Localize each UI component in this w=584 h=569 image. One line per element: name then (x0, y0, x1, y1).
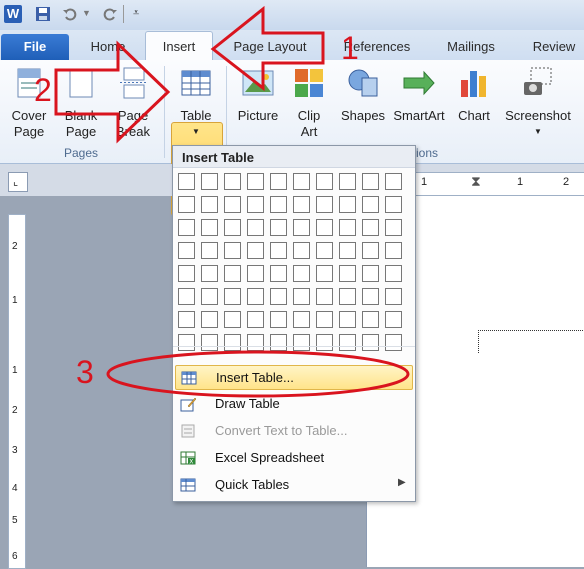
annotation-arrow-1 (210, 5, 325, 92)
annotation-number-2: 2 (34, 72, 52, 108)
annotation-arrow-2 (54, 40, 171, 144)
annotation-overlay (54, 5, 410, 398)
annotation-number-3: 3 (76, 354, 94, 390)
annotation-ellipse-3 (106, 350, 410, 398)
annotation-number-1: 1 (341, 30, 359, 66)
